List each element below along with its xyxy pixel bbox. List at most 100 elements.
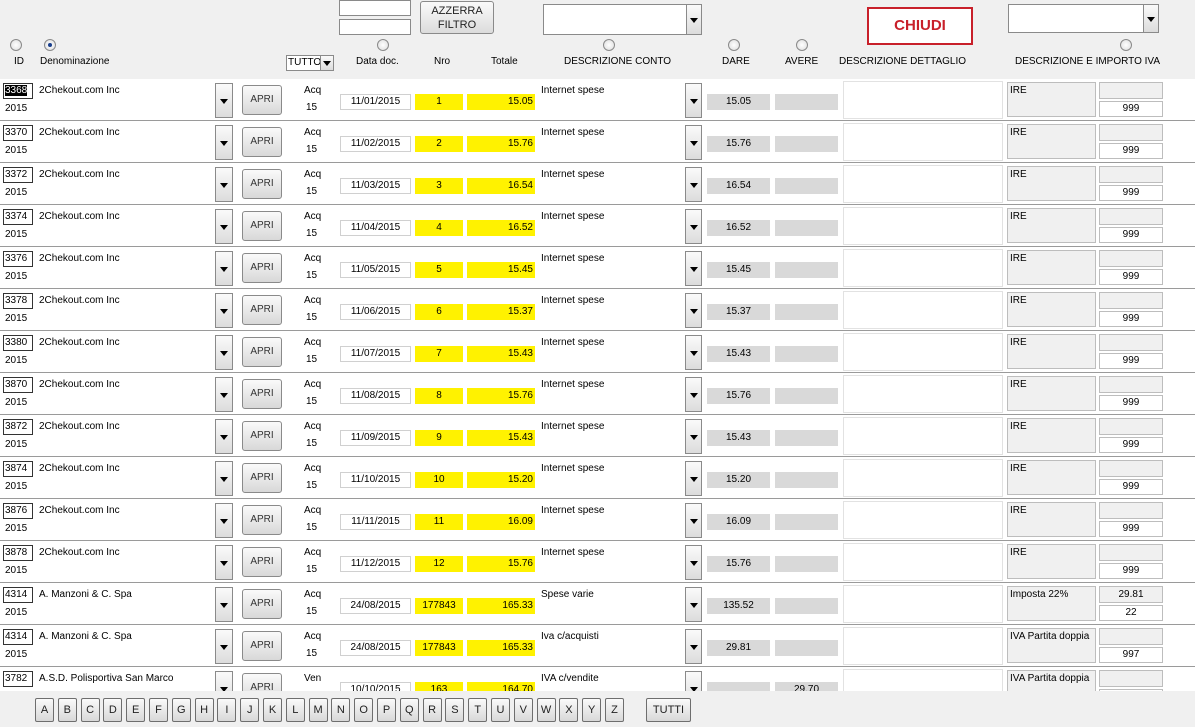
conto-dropdown[interactable]: [685, 461, 702, 496]
name-dropdown[interactable]: [215, 83, 233, 118]
record-id-field[interactable]: 3372: [3, 167, 33, 183]
record-dettaglio[interactable]: [843, 585, 1003, 623]
record-id-field[interactable]: 3380: [3, 335, 33, 351]
sort-data-radio[interactable]: [377, 39, 389, 51]
apri-button[interactable]: APRI: [242, 337, 282, 367]
name-dropdown[interactable]: [215, 545, 233, 580]
apri-button[interactable]: APRI: [242, 211, 282, 241]
record-dettaglio[interactable]: [843, 165, 1003, 203]
conto-dropdown[interactable]: [685, 671, 702, 691]
name-dropdown[interactable]: [215, 209, 233, 244]
letter-button-t[interactable]: T: [468, 698, 488, 722]
record-id-field[interactable]: 3368: [3, 83, 33, 99]
record-dettaglio[interactable]: [843, 417, 1003, 455]
record-dettaglio[interactable]: [843, 207, 1003, 245]
letter-button-y[interactable]: Y: [582, 698, 602, 722]
name-dropdown[interactable]: [215, 629, 233, 664]
conto-dropdown[interactable]: [685, 167, 702, 202]
name-dropdown[interactable]: [215, 503, 233, 538]
conto-dropdown[interactable]: [685, 83, 702, 118]
record-dettaglio[interactable]: [843, 291, 1003, 329]
letter-button-k[interactable]: K: [263, 698, 282, 722]
apri-button[interactable]: APRI: [242, 379, 282, 409]
sort-conto-radio[interactable]: [603, 39, 615, 51]
record-id-field[interactable]: 3872: [3, 419, 33, 435]
record-id-field[interactable]: 3878: [3, 545, 33, 561]
apri-button[interactable]: APRI: [242, 85, 282, 115]
conto-dropdown[interactable]: [685, 209, 702, 244]
letter-button-m[interactable]: M: [308, 698, 328, 722]
conto-dropdown[interactable]: [685, 377, 702, 412]
record-id-field[interactable]: 3376: [3, 251, 33, 267]
record-dettaglio[interactable]: [843, 81, 1003, 119]
record-dettaglio[interactable]: [843, 543, 1003, 581]
id-filter-input[interactable]: [339, 0, 411, 16]
record-dettaglio[interactable]: [843, 459, 1003, 497]
conto-dropdown[interactable]: [685, 251, 702, 286]
letter-button-r[interactable]: R: [422, 698, 442, 722]
chiudi-button[interactable]: CHIUDI: [867, 7, 973, 45]
letter-button-d[interactable]: D: [103, 698, 123, 722]
record-dettaglio[interactable]: [843, 375, 1003, 413]
letter-button-j[interactable]: J: [240, 698, 260, 722]
sort-id-radio[interactable]: [10, 39, 22, 51]
name-dropdown[interactable]: [215, 167, 233, 202]
conto-dropdown[interactable]: [685, 335, 702, 370]
letter-button-w[interactable]: W: [536, 698, 556, 722]
name-dropdown[interactable]: [215, 293, 233, 328]
sort-iva-radio[interactable]: [1120, 39, 1132, 51]
letter-button-v[interactable]: V: [513, 698, 533, 722]
record-dettaglio[interactable]: [843, 123, 1003, 161]
conto-dropdown[interactable]: [685, 629, 702, 664]
record-id-field[interactable]: 4314: [3, 587, 33, 603]
record-id-field[interactable]: 3870: [3, 377, 33, 393]
apri-button[interactable]: APRI: [242, 547, 282, 577]
name-dropdown[interactable]: [215, 125, 233, 160]
apri-button[interactable]: APRI: [242, 631, 282, 661]
letter-button-u[interactable]: U: [491, 698, 510, 722]
record-dettaglio[interactable]: [843, 501, 1003, 539]
record-id-field[interactable]: 3370: [3, 125, 33, 141]
letter-button-z[interactable]: Z: [605, 698, 624, 722]
sort-denominazione-radio[interactable]: [44, 39, 56, 51]
name-dropdown[interactable]: [215, 671, 233, 691]
letter-button-l[interactable]: L: [285, 698, 305, 722]
name-dropdown[interactable]: [215, 335, 233, 370]
apri-button[interactable]: APRI: [242, 421, 282, 451]
letter-button-q[interactable]: Q: [399, 698, 419, 722]
letter-button-h[interactable]: H: [194, 698, 214, 722]
letter-button-p[interactable]: P: [377, 698, 396, 722]
tutti-button[interactable]: TUTTI: [646, 698, 691, 722]
sort-dare-radio[interactable]: [728, 39, 740, 51]
letter-button-x[interactable]: X: [559, 698, 579, 722]
apri-button[interactable]: APRI: [242, 505, 282, 535]
name-dropdown[interactable]: [215, 587, 233, 622]
record-dettaglio[interactable]: [843, 669, 1003, 691]
letter-button-g[interactable]: G: [171, 698, 191, 722]
apri-button[interactable]: APRI: [242, 169, 282, 199]
letter-button-b[interactable]: B: [57, 698, 77, 722]
conto-dropdown[interactable]: [685, 419, 702, 454]
apri-button[interactable]: APRI: [242, 253, 282, 283]
name-dropdown[interactable]: [215, 419, 233, 454]
record-id-field[interactable]: 3876: [3, 503, 33, 519]
conto-dropdown[interactable]: [685, 293, 702, 328]
letter-button-f[interactable]: F: [149, 698, 168, 722]
record-id-field[interactable]: 3782: [3, 671, 33, 687]
sort-avere-radio[interactable]: [796, 39, 808, 51]
record-dettaglio[interactable]: [843, 249, 1003, 287]
conto-dropdown[interactable]: [685, 503, 702, 538]
record-id-field[interactable]: 3874: [3, 461, 33, 477]
letter-button-e[interactable]: E: [126, 698, 146, 722]
letter-button-i[interactable]: I: [217, 698, 237, 722]
date-filter-input[interactable]: [339, 19, 411, 35]
name-dropdown[interactable]: [215, 461, 233, 496]
conto-dropdown[interactable]: [685, 125, 702, 160]
record-dettaglio[interactable]: [843, 333, 1003, 371]
iva-filter-combo[interactable]: [1008, 4, 1159, 33]
apri-button[interactable]: APRI: [242, 589, 282, 619]
record-id-field[interactable]: 3378: [3, 293, 33, 309]
record-dettaglio[interactable]: [843, 627, 1003, 665]
name-dropdown[interactable]: [215, 377, 233, 412]
apri-button[interactable]: APRI: [242, 295, 282, 325]
